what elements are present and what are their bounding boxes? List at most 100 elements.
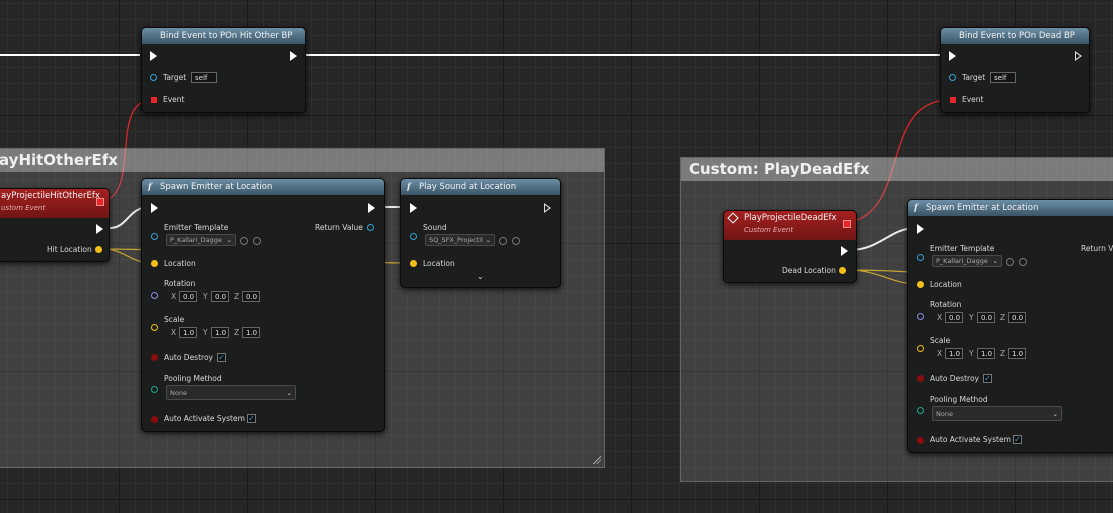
event-delegate-out-pin[interactable] [843, 220, 851, 228]
dead-location-pin[interactable] [839, 267, 846, 274]
emitter-template-dropdown[interactable]: P_Kallari_Dagge ⌄ [166, 234, 236, 246]
event-delegate-pin[interactable] [151, 97, 157, 103]
event-delegate-pin[interactable] [950, 97, 956, 103]
target-pin[interactable] [150, 74, 157, 81]
auto-activate-pin[interactable] [917, 437, 924, 444]
pooling-method-label: Pooling Method [164, 374, 222, 383]
custom-event-dead-node[interactable]: PlayProjectileDeadEfx Custom Event Dead … [723, 210, 857, 283]
emitter-template-pin[interactable] [917, 254, 924, 261]
scale-pin[interactable] [151, 324, 158, 331]
exec-in-pin[interactable] [150, 51, 157, 61]
sound-label: Sound [423, 223, 447, 232]
target-pin[interactable] [949, 74, 956, 81]
comment-title: ayHitOtherEfx [0, 149, 604, 172]
bind-event-dead-node[interactable]: Bind Event to POn Dead BP Target self Ev… [940, 27, 1090, 113]
rotation-pin[interactable] [917, 313, 924, 320]
scale-y-field[interactable]: 1.0 [977, 348, 995, 359]
exec-in-pin[interactable] [949, 51, 956, 61]
event-diamond-icon [727, 212, 739, 224]
emitter-template-dropdown[interactable]: P_Kallari_Dagge ⌄ [932, 255, 1002, 267]
location-pin[interactable] [151, 260, 158, 267]
exec-out-pin[interactable] [544, 203, 551, 213]
dead-location-label: Dead Location [782, 266, 836, 275]
browse-icon[interactable] [1019, 258, 1027, 266]
auto-destroy-checkbox[interactable]: ✓ [983, 374, 992, 383]
location-pin[interactable] [917, 281, 924, 288]
rotation-x-field[interactable]: 0.0 [945, 312, 963, 323]
node-header[interactable]: f Spawn Emitter at Location [142, 179, 384, 195]
auto-activate-checkbox[interactable]: ✓ [1013, 435, 1022, 444]
scale-y-field[interactable]: 1.0 [211, 327, 229, 338]
return-value-pin[interactable] [367, 224, 374, 231]
hit-location-pin[interactable] [95, 246, 102, 253]
scale-pin[interactable] [917, 345, 924, 352]
event-delegate-out-pin[interactable] [96, 198, 104, 206]
rotation-z-field[interactable]: 0.0 [242, 291, 260, 302]
target-field[interactable]: self [191, 72, 217, 83]
custom-event-hit-node[interactable]: ayProjectileHitOtherEfx ustom Event Hit … [0, 188, 110, 262]
rotation-z-field[interactable]: 0.0 [1008, 312, 1026, 323]
rotation-y-field[interactable]: 0.0 [211, 291, 229, 302]
node-header[interactable]: Bind Event to POn Dead BP [941, 28, 1089, 44]
rotation-y-axis: Y [969, 313, 974, 322]
rotation-y-field[interactable]: 0.0 [977, 312, 995, 323]
use-selected-icon[interactable] [499, 237, 507, 245]
browse-icon[interactable] [512, 237, 520, 245]
node-title: Spawn Emitter at Location [926, 203, 1039, 213]
bind-event-hit-node[interactable]: Bind Event to POn Hit Other BP Target se… [141, 27, 306, 113]
auto-activate-checkbox[interactable]: ✓ [247, 414, 256, 423]
node-title: ayProjectileHitOtherEfx [1, 191, 100, 201]
location-label: Location [164, 259, 196, 268]
comment-resize-grip[interactable] [593, 456, 601, 464]
exec-out-pin[interactable] [290, 51, 297, 61]
node-header[interactable]: Bind Event to POn Hit Other BP [142, 28, 305, 44]
rotation-x-axis: X [171, 292, 177, 301]
scale-z-field[interactable]: 1.0 [1008, 348, 1026, 359]
exec-in-pin[interactable] [917, 224, 924, 234]
sound-pin[interactable] [410, 233, 417, 240]
node-header[interactable]: PlayProjectileDeadEfx Custom Event [724, 211, 856, 240]
auto-destroy-checkbox[interactable]: ✓ [217, 353, 226, 362]
node-header[interactable]: ayProjectileHitOtherEfx ustom Event [0, 189, 109, 218]
scale-x-field[interactable]: 1.0 [945, 348, 963, 359]
emitter-template-value: P_Kallari_Dagge [170, 236, 222, 244]
pooling-method-dropdown[interactable]: None ⌄ [932, 406, 1062, 421]
auto-destroy-pin[interactable] [151, 354, 158, 361]
browse-icon[interactable] [253, 237, 261, 245]
location-pin[interactable] [410, 260, 417, 267]
rotation-z-axis: Z [234, 292, 240, 301]
scale-y-axis: Y [969, 349, 974, 358]
emitter-template-pin[interactable] [151, 233, 158, 240]
scale-x-field[interactable]: 1.0 [179, 327, 197, 338]
exec-in-pin[interactable] [151, 203, 158, 213]
expand-pins-icon[interactable]: ⌄ [477, 272, 484, 281]
pooling-method-pin[interactable] [151, 386, 158, 393]
rotation-x-field[interactable]: 0.0 [179, 291, 197, 302]
exec-out-pin[interactable] [368, 203, 375, 213]
function-icon: f [407, 182, 411, 192]
rotation-x-axis: X [937, 313, 943, 322]
rotation-label: Rotation [164, 279, 196, 288]
use-selected-icon[interactable] [1006, 258, 1014, 266]
exec-out-pin[interactable] [841, 246, 848, 256]
node-title: PlayProjectileDeadEfx [744, 213, 837, 223]
use-selected-icon[interactable] [240, 237, 248, 245]
target-field[interactable]: self [990, 72, 1016, 83]
sound-dropdown[interactable]: SQ_SFX_Projectil ⌄ [425, 234, 495, 246]
node-header[interactable]: f Play Sound at Location [401, 179, 560, 195]
exec-in-pin[interactable] [410, 203, 417, 213]
target-label: Target [962, 73, 986, 82]
exec-out-pin[interactable] [96, 224, 103, 234]
spawn-emitter-node-right[interactable]: f Spawn Emitter at Location Emitter Temp… [907, 199, 1113, 453]
auto-destroy-pin[interactable] [917, 375, 924, 382]
play-sound-node[interactable]: f Play Sound at Location Sound SQ_SFX_Pr… [400, 178, 561, 288]
auto-activate-pin[interactable] [151, 416, 158, 423]
pooling-method-pin[interactable] [917, 407, 924, 414]
pooling-method-dropdown[interactable]: None ⌄ [166, 385, 296, 400]
spawn-emitter-node-left[interactable]: f Spawn Emitter at Location Emitter Temp… [141, 178, 385, 432]
rotation-pin[interactable] [151, 292, 158, 299]
scale-z-field[interactable]: 1.0 [242, 327, 260, 338]
exec-out-pin[interactable] [1075, 51, 1082, 61]
emitter-template-value: P_Kallari_Dagge [936, 257, 988, 265]
node-header[interactable]: f Spawn Emitter at Location [908, 200, 1113, 216]
